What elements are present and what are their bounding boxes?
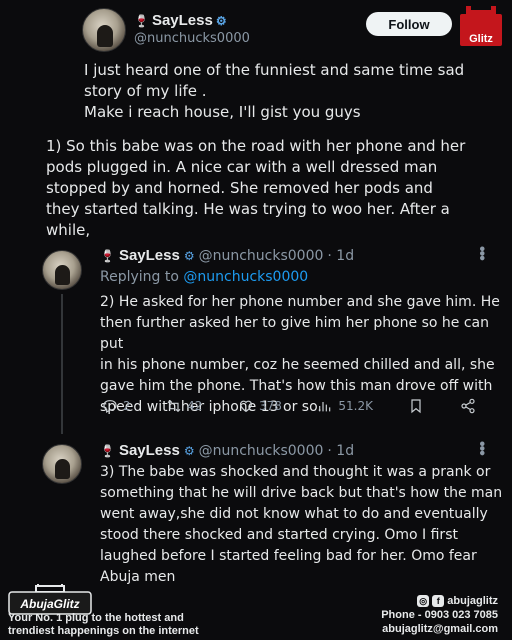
tweet-line: while, bbox=[46, 221, 91, 239]
reply-line: 3) The babe was shocked and thought it w… bbox=[100, 464, 491, 480]
reply-author-name[interactable]: SayLess bbox=[119, 247, 180, 264]
reply-line: something that he will drive back but th… bbox=[100, 485, 503, 501]
reply-header: 🍷 SayLess ⚙ @nunchucks0000 · 1d bbox=[100, 442, 500, 459]
reply-line: stood there shocked and started crying. … bbox=[100, 527, 458, 543]
author-name: SayLess bbox=[151, 12, 213, 29]
retweet-count: 42 bbox=[187, 399, 203, 413]
share-icon bbox=[461, 398, 475, 414]
social-handle[interactable]: abujaglitz bbox=[447, 595, 498, 607]
tweet-intro: I just heard one of the funniest and sam… bbox=[84, 60, 504, 123]
author-name-row[interactable]: 🍷 SayLess ⚙ bbox=[134, 12, 250, 29]
footer-contact: ◎ f abujaglitz Phone - 0903 023 7085 abu… bbox=[381, 594, 498, 636]
social-icons: ◎ f bbox=[417, 595, 445, 608]
tweet-line: pods plugged in. A nice car with a well … bbox=[46, 158, 438, 176]
tagline-line: trendiest happenings on the internet bbox=[8, 625, 199, 637]
action-bar: 2 42 378 51.2K bbox=[102, 398, 476, 414]
reply-line: in his phone number, coz he seemed chill… bbox=[100, 357, 495, 373]
verified-icon: ⚙ bbox=[183, 248, 195, 263]
email-address[interactable]: abujaglitz@gmail.com bbox=[381, 622, 498, 636]
views-action[interactable]: 51.2K bbox=[317, 398, 373, 414]
bookmark-action[interactable] bbox=[408, 398, 424, 414]
reply-time: · 1d bbox=[327, 442, 355, 459]
reply-line: laughed before I started feeling bad for… bbox=[100, 548, 477, 564]
heart-icon bbox=[240, 400, 252, 413]
reply-line: went away,she did not know what to do an… bbox=[100, 506, 488, 522]
reply-action[interactable]: 2 bbox=[102, 398, 131, 414]
verified-icon: ⚙ bbox=[183, 443, 195, 458]
like-count: 378 bbox=[258, 399, 282, 413]
tweet-line: Make i reach house, I'll gist you guys bbox=[84, 103, 361, 121]
retweet-action[interactable]: 42 bbox=[166, 398, 202, 414]
reply-author-name[interactable]: SayLess bbox=[119, 442, 180, 459]
view-count: 51.2K bbox=[338, 399, 373, 413]
reply-author-handle[interactable]: @nunchucks0000 bbox=[199, 248, 324, 264]
more-icon[interactable]: ••• bbox=[472, 441, 490, 455]
share-action[interactable] bbox=[460, 398, 476, 414]
replying-to: Replying to @nunchucks0000 bbox=[100, 269, 308, 285]
reply-header: 🍷 SayLess ⚙ @nunchucks0000 · 1d bbox=[100, 247, 500, 264]
reply-line: 2) He asked for her phone number and she… bbox=[100, 294, 500, 310]
replying-prefix: Replying to bbox=[100, 269, 184, 285]
phone-number[interactable]: Phone - 0903 023 7085 bbox=[381, 608, 498, 622]
reply-count: 2 bbox=[123, 399, 131, 413]
reply-avatar[interactable] bbox=[42, 444, 82, 484]
more-icon[interactable]: ••• bbox=[472, 246, 490, 260]
cup-emoji-icon: 🍷 bbox=[134, 13, 149, 28]
like-action[interactable]: 378 bbox=[238, 398, 282, 414]
facebook-icon: f bbox=[432, 595, 445, 608]
brand-badge: Glitz bbox=[458, 6, 504, 56]
bookmark-icon bbox=[411, 399, 422, 414]
verified-icon: ⚙ bbox=[215, 13, 227, 28]
tweet-line: stopped by and horned. She removed her p… bbox=[46, 179, 433, 197]
footer-tagline: Your No. 1 plug to the hottest and trend… bbox=[8, 612, 199, 638]
avatar[interactable] bbox=[82, 8, 126, 52]
instagram-icon: ◎ bbox=[417, 595, 430, 608]
brand-badge-icon bbox=[460, 6, 502, 46]
replying-handle-link[interactable]: @nunchucks0000 bbox=[183, 269, 308, 285]
retweet-icon bbox=[167, 399, 181, 413]
reply-line: Abuja men bbox=[100, 569, 176, 585]
cup-emoji-icon: 🍷 bbox=[100, 443, 115, 458]
reply-author-handle[interactable]: @nunchucks0000 bbox=[199, 443, 324, 459]
reply-icon bbox=[103, 400, 117, 414]
author-handle[interactable]: @nunchucks0000 bbox=[134, 31, 250, 46]
reply-line: then further asked her to give him her p… bbox=[100, 315, 489, 352]
brand-badge-text: Glitz bbox=[469, 33, 493, 45]
follow-button[interactable]: Follow bbox=[366, 12, 452, 36]
thread-connector bbox=[61, 294, 63, 434]
reply-text: 3) The babe was shocked and thought it w… bbox=[100, 462, 506, 588]
tweet-line: I just heard one of the funniest and sam… bbox=[84, 61, 465, 79]
cup-emoji-icon: 🍷 bbox=[100, 248, 115, 263]
reply-line: gave him the phone. That's how this man … bbox=[100, 378, 493, 394]
social-row: ◎ f abujaglitz bbox=[381, 594, 498, 608]
views-icon bbox=[319, 402, 331, 412]
tweet-line: they started talking. He was trying to w… bbox=[46, 200, 450, 218]
tweet-line: 1) So this babe was on the road with her… bbox=[46, 137, 466, 155]
tagline-line: Your No. 1 plug to the hottest and bbox=[8, 612, 184, 624]
tweet-paragraph: 1) So this babe was on the road with her… bbox=[46, 136, 508, 241]
tweet-line: story of my life . bbox=[84, 82, 207, 100]
reply-time: · 1d bbox=[327, 247, 355, 264]
reply-avatar[interactable] bbox=[42, 250, 82, 290]
footer-logo-text: AbujaGlitz bbox=[20, 597, 80, 611]
